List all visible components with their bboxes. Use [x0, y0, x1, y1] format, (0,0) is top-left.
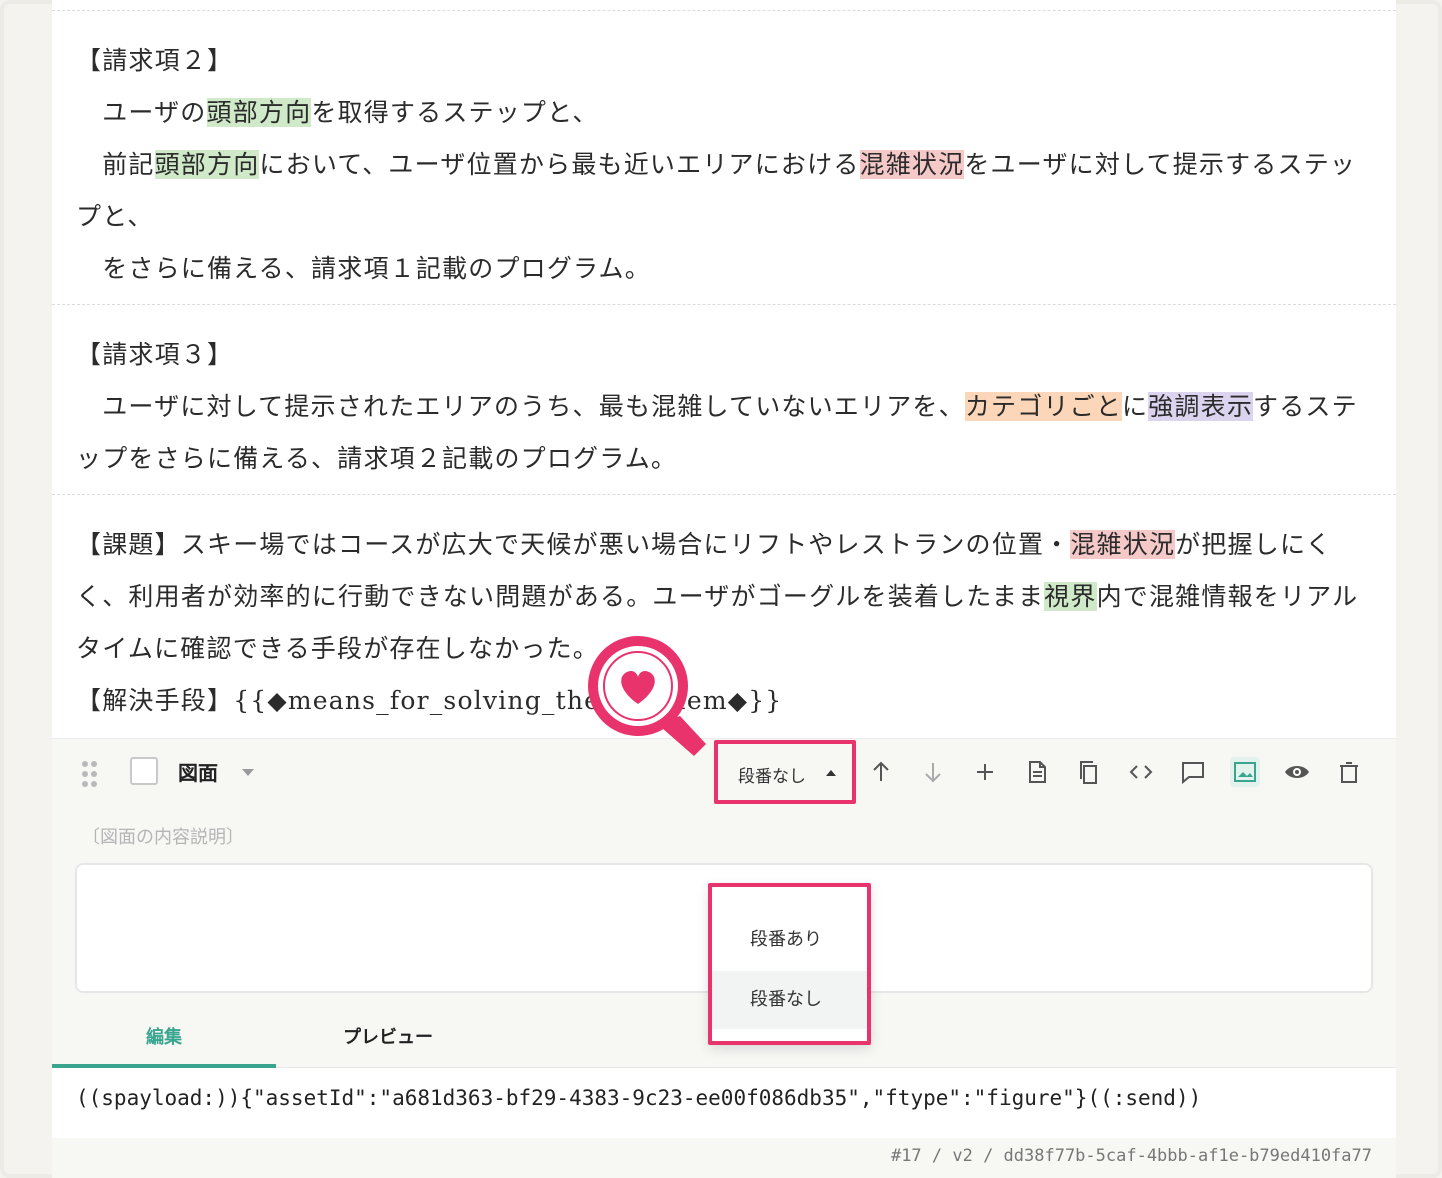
text-segment: ユーザの	[76, 98, 207, 127]
claim-2-line-1: ユーザの頭部方向を取得するステップと、	[76, 98, 599, 128]
highlighted-term: 強調表示	[1148, 392, 1254, 421]
text-segment: において、ユーザ位置から最も近いエリアにおける	[259, 150, 860, 179]
text-segment: く、利用者が効率的に行動できない問題がある。ユーザがゴーグルを装着したまま	[76, 582, 1045, 611]
text-segment: に	[1122, 392, 1149, 421]
highlighted-term: 混雑状況	[1070, 530, 1176, 559]
numbering-select[interactable]: 段番なし	[714, 740, 856, 804]
text-segment: タイムに確認できる手段が存在しなかった。	[76, 634, 600, 663]
arrow-up-icon[interactable]	[866, 757, 896, 787]
text-segment: ップをさらに備える、請求項２記載のプログラム。	[76, 444, 678, 473]
drag-handle-icon[interactable]	[82, 761, 98, 787]
claim-2-line-2: 前記頭部方向において、ユーザ位置から最も近いエリアにおける混雑状況をユーザに対し…	[76, 150, 1356, 180]
block-type-label[interactable]: 図面	[178, 757, 218, 786]
tab-preview[interactable]: プレビュー	[276, 1010, 500, 1068]
arrow-down-icon[interactable]	[918, 757, 948, 787]
text-segment: プと、	[76, 202, 154, 231]
text-segment: 前記	[76, 150, 155, 179]
code-icon[interactable]	[1126, 757, 1156, 787]
copy-icon[interactable]	[1074, 757, 1104, 787]
claim-3-section: 【請求項３】 ユーザに対して提示されたエリアのうち、最も混雑していないエリアを、…	[52, 305, 1396, 495]
claim-2-line-4: をさらに備える、請求項１記載のプログラム。	[76, 254, 651, 284]
eye-icon[interactable]	[1282, 757, 1312, 787]
text-segment: を取得するステップと、	[311, 98, 599, 127]
magnifier-heart-icon	[588, 636, 706, 756]
claim-3-heading: 【請求項３】	[76, 340, 234, 369]
text-segment: をユーザに対して提示するステッ	[964, 150, 1357, 179]
comment-icon[interactable]	[1178, 757, 1208, 787]
abstract-line-2: く、利用者が効率的に行動できない問題がある。ユーザがゴーグルを装着したまま視界内…	[76, 582, 1358, 612]
text-segment: が把握しにく	[1175, 530, 1332, 559]
claim-2-section: 【請求項２】 ユーザの頭部方向を取得するステップと、 前記頭部方向において、ユー…	[52, 10, 1396, 305]
highlighted-term: 頭部方向	[206, 98, 312, 127]
claim-2-heading: 【請求項２】	[76, 46, 234, 75]
text-segment: ユーザに対して提示されたエリアのうち、最も混雑していないエリアを、	[76, 392, 965, 421]
image-icon[interactable]	[1230, 757, 1260, 787]
claim-3-line-2: ップをさらに備える、請求項２記載のプログラム。	[76, 444, 677, 474]
block-id: #17 / v2 / dd38f77b-5caf-4bbb-af1e-b79ed…	[890, 1146, 1372, 1166]
text-segment: するステ	[1253, 392, 1358, 421]
block-select-checkbox[interactable]	[130, 757, 158, 785]
numbering-select-label: 段番なし	[738, 767, 806, 787]
abstract-line-3: タイムに確認できる手段が存在しなかった。	[76, 634, 599, 664]
text-segment: 【課題】スキー場ではコースが広大で天候が悪い場合にリフトやレストランの位置・	[76, 530, 1071, 559]
highlighted-term: 視界	[1044, 582, 1097, 611]
text-segment: 内で混雑情報をリアル	[1096, 582, 1359, 611]
tab-edit[interactable]: 編集	[52, 1010, 276, 1068]
highlighted-term: 混雑状況	[859, 150, 965, 179]
dropdown-option-unnumbered[interactable]: 段番なし	[712, 971, 867, 1029]
figure-caption-placeholder[interactable]: 〔図面の内容説明〕	[82, 823, 244, 849]
block-footer: #17 / v2 / dd38f77b-5caf-4bbb-af1e-b79ed…	[52, 1138, 1396, 1178]
dropdown-option-numbered[interactable]: 段番あり	[712, 911, 867, 969]
plus-icon[interactable]	[970, 757, 1000, 787]
claim-2-line-3: プと、	[76, 202, 154, 232]
highlighted-term: 頭部方向	[154, 150, 260, 179]
trash-icon[interactable]	[1334, 757, 1364, 787]
text-segment: をさらに備える、請求項１記載のプログラム。	[76, 254, 651, 283]
abstract-line-1: 【課題】スキー場ではコースが広大で天候が悪い場合にリフトやレストランの位置・混雑…	[76, 530, 1332, 560]
claim-3-line-1: ユーザに対して提示されたエリアのうち、最も混雑していないエリアを、カテゴリごとに…	[76, 392, 1358, 422]
caret-up-icon	[826, 770, 836, 776]
document-icon[interactable]	[1022, 757, 1052, 787]
highlighted-term: カテゴリごと	[964, 392, 1123, 421]
chevron-down-icon[interactable]	[242, 769, 254, 776]
numbering-dropdown-menu: 段番あり 段番なし	[708, 883, 871, 1045]
abstract-section: 【課題】スキー場ではコースが広大で天候が悪い場合にリフトやレストランの位置・混雑…	[52, 495, 1396, 738]
payload-code[interactable]: ((spayload:)){"assetId":"a681d363-bf29-4…	[76, 1086, 1201, 1110]
